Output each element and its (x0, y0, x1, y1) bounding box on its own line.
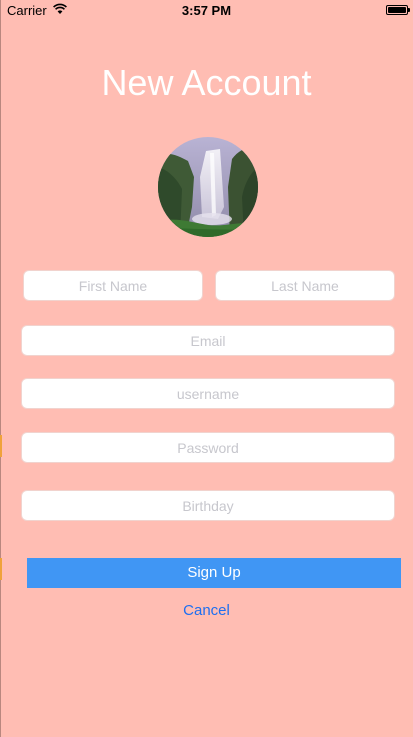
waterfall-image (158, 137, 258, 237)
username-input[interactable] (21, 378, 395, 409)
battery-tip (408, 8, 410, 12)
cancel-button[interactable]: Cancel (0, 601, 413, 621)
birthday-input[interactable] (21, 490, 395, 521)
status-time: 3:57 PM (181, 3, 232, 18)
status-bar: Carrier 3:57 PM (0, 0, 413, 22)
edge-marker (0, 558, 2, 580)
page-title: New Account (101, 62, 312, 103)
left-edge-divider (0, 0, 1, 737)
password-input[interactable] (21, 432, 395, 463)
new-account-screen: Carrier 3:57 PM New Account First Name L… (0, 0, 413, 737)
avatar[interactable] (158, 137, 258, 237)
battery-icon (386, 5, 408, 15)
sign-up-button[interactable]: Sign Up (27, 558, 401, 588)
edge-marker (0, 435, 2, 457)
last-name-input[interactable] (215, 270, 395, 301)
email-input[interactable] (21, 325, 395, 356)
first-name-input[interactable] (23, 270, 203, 301)
